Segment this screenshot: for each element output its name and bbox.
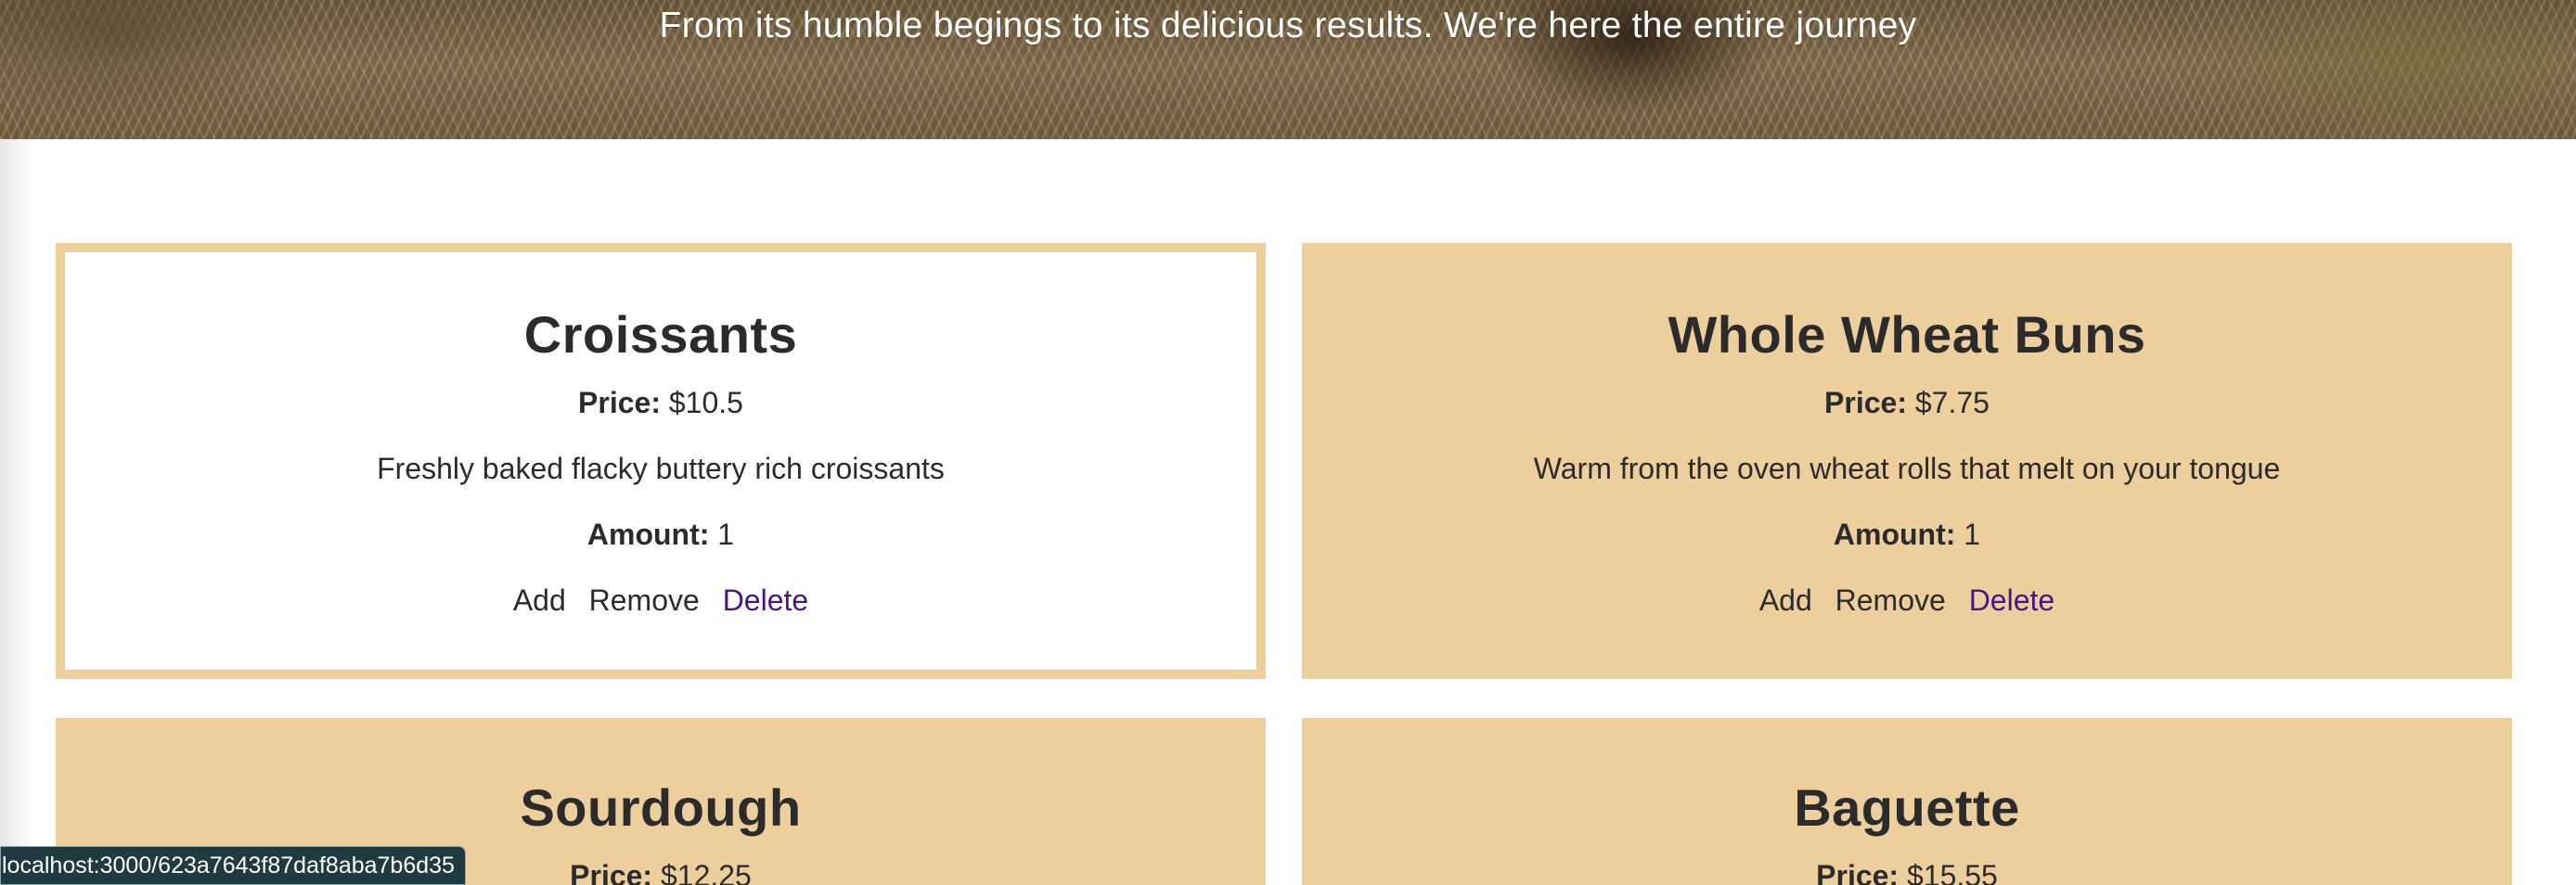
add-button[interactable]: Add (513, 582, 566, 619)
product-actions: Add Remove Delete (1302, 582, 2512, 619)
price-label: Price: (1824, 386, 1907, 419)
product-title: Sourdough (520, 778, 802, 837)
product-price: Price: $7.75 (1302, 384, 2512, 421)
product-price: Price: $10.5 (65, 384, 1256, 421)
price-value: $7.75 (1914, 386, 1990, 419)
hero-banner: From its humble begings to its delicious… (0, 0, 2576, 139)
product-amount: Amount: 1 (1302, 516, 2512, 553)
product-actions: Add Remove Delete (65, 582, 1256, 619)
price-value: $10.5 (668, 386, 743, 419)
amount-label: Amount: (1833, 518, 1956, 551)
amount-label: Amount: (586, 518, 710, 551)
product-title: Baguette (1794, 778, 2020, 837)
price-label: Price: (1816, 859, 1900, 885)
delete-link[interactable]: Delete (723, 582, 809, 619)
status-bar-url: localhost:3000/623a7643f87daf8aba7b6d35 (0, 846, 466, 885)
hero-tagline: From its humble begings to its delicious… (659, 6, 1917, 45)
amount-value: 1 (717, 518, 735, 551)
price-label: Price: (570, 859, 653, 885)
product-title: Croissants (523, 305, 798, 364)
remove-button[interactable]: Remove (1835, 582, 1946, 619)
product-card-whole-wheat-buns[interactable]: Whole Wheat Buns Price: $7.75 Warm from … (1302, 243, 2512, 679)
add-button[interactable]: Add (1759, 582, 1812, 619)
product-price: Price: $15.55 (1302, 857, 2512, 885)
price-value: $12.25 (660, 859, 752, 885)
product-description: Warm from the oven wheat rolls that melt… (1533, 452, 2281, 485)
price-label: Price: (578, 386, 661, 419)
delete-link[interactable]: Delete (1969, 582, 2055, 619)
product-amount: Amount: 1 (65, 516, 1256, 553)
window-edge-shadow (0, 139, 37, 885)
product-title: Whole Wheat Buns (1668, 305, 2146, 364)
page: From its humble begings to its delicious… (0, 0, 2576, 885)
price-value: $15.55 (1906, 859, 1998, 885)
amount-value: 1 (1964, 518, 1981, 551)
remove-button[interactable]: Remove (589, 582, 700, 619)
product-description: Freshly baked flacky buttery rich croiss… (377, 452, 945, 485)
product-card-baguette[interactable]: Baguette Price: $15.55 (1302, 718, 2512, 885)
product-card-croissants[interactable]: Croissants Price: $10.5 Freshly baked fl… (56, 243, 1266, 679)
